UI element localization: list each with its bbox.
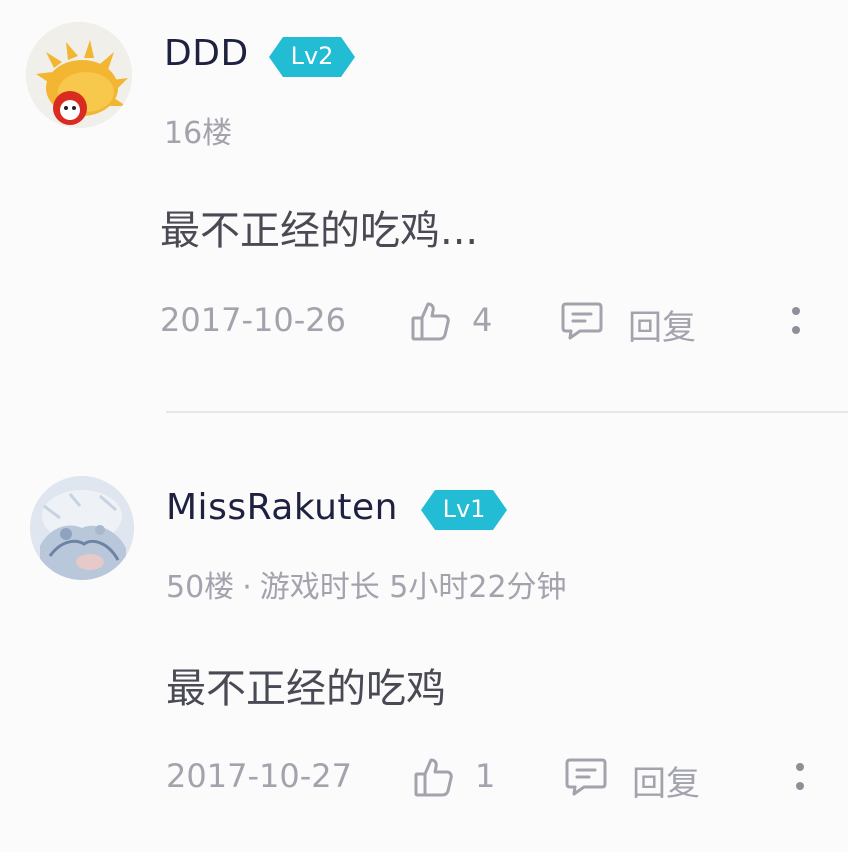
- level-badge: Lv2: [269, 37, 355, 77]
- reply-label: 回复: [628, 308, 696, 348]
- comment-date: 2017-10-27: [166, 757, 352, 795]
- avatar[interactable]: [30, 476, 134, 580]
- playtime-label: 游戏时长: [259, 570, 380, 605]
- comment-meta: 50楼 · 游戏时长 5小时22分钟: [166, 562, 567, 606]
- reply-label: 回复: [632, 764, 700, 804]
- comment-icon: [565, 758, 607, 796]
- like-count: 4: [472, 301, 493, 339]
- comment-date: 2017-10-26: [160, 301, 346, 339]
- floor-number: 16楼: [164, 116, 233, 151]
- floor-number: 50楼: [166, 570, 235, 605]
- thumbs-up-icon: [411, 302, 450, 341]
- cartoon-avatar-icon: [26, 22, 132, 128]
- level-label: Lv2: [290, 42, 334, 70]
- comment-item: DDD Lv2 16楼 最不正经的吃鸡... 2017-10-26 4 回复: [0, 0, 848, 410]
- more-options-icon[interactable]: [786, 298, 806, 344]
- comment-content: 最不正经的吃鸡...: [160, 208, 479, 254]
- level-label: Lv1: [442, 495, 486, 523]
- divider: [166, 411, 848, 413]
- comment-list: DDD Lv2 16楼 最不正经的吃鸡... 2017-10-26 4 回复 M…: [0, 0, 848, 852]
- meta-separator: ·: [242, 570, 252, 605]
- avatar[interactable]: [26, 22, 132, 128]
- comment-icon: [561, 302, 603, 340]
- level-badge: Lv1: [421, 490, 507, 530]
- comment-item: MissRakuten Lv1 50楼 · 游戏时长 5小时22分钟 最不正经的吃鸡…: [0, 414, 848, 852]
- more-options-icon[interactable]: [790, 754, 810, 800]
- username[interactable]: MissRakuten: [166, 487, 398, 528]
- like-count: 1: [475, 757, 496, 795]
- anime-avatar-icon: [30, 476, 134, 580]
- username[interactable]: DDD: [164, 33, 249, 74]
- playtime-value: 5小时22分钟: [389, 570, 567, 605]
- comment-meta: 16楼: [164, 108, 232, 152]
- comment-content: 最不正经的吃鸡: [166, 666, 446, 712]
- thumbs-up-icon: [414, 758, 453, 797]
